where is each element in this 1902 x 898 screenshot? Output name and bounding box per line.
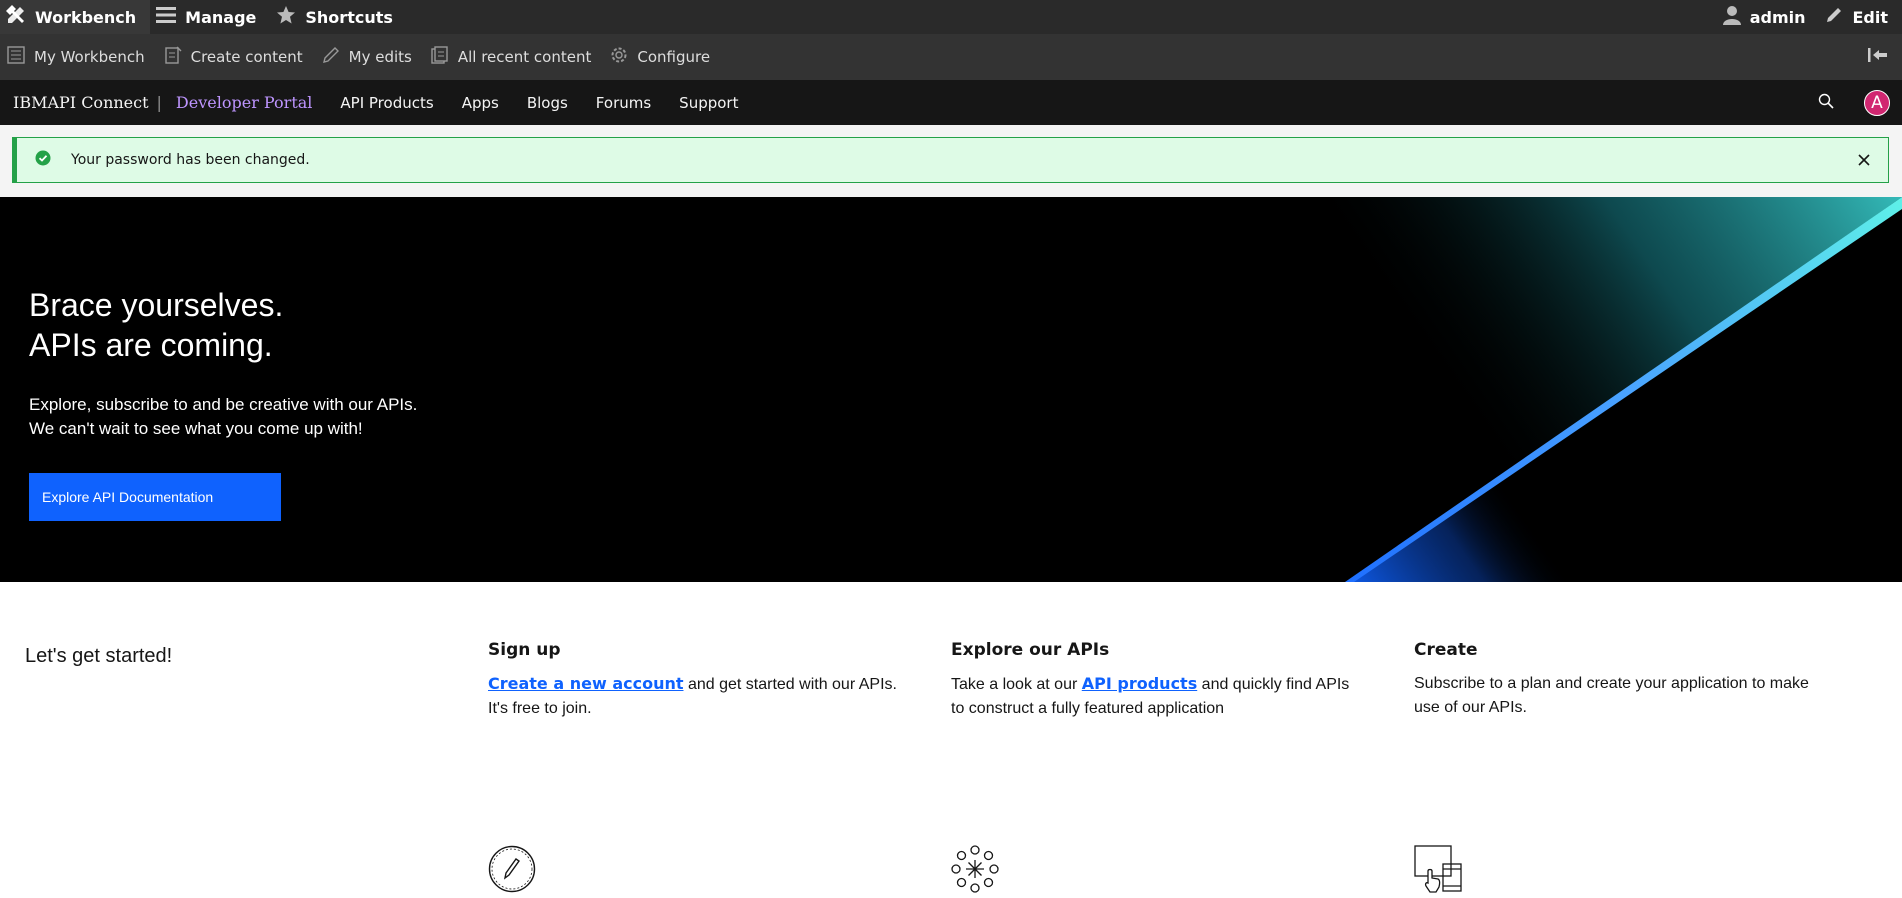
status-message: Your password has been changed.	[12, 137, 1889, 183]
hero-light-beam-graphic	[1240, 197, 1902, 582]
pencil-icon	[1825, 6, 1843, 28]
explore-api-documentation-button[interactable]: Explore API Documentation	[29, 473, 281, 521]
create-content-icon	[164, 46, 182, 68]
check-icon	[35, 150, 51, 170]
hero-title: Brace yourselves. APIs are coming.	[29, 285, 283, 365]
manage-label: Manage	[185, 7, 257, 27]
workbench-icon	[6, 5, 26, 29]
manage-icon	[156, 6, 177, 28]
hero-lead: Explore, subscribe to and be creative wi…	[29, 393, 417, 441]
hero-lead-line-2: We can't wait to see what you come up wi…	[29, 419, 363, 438]
tray-item-label: Configure	[637, 48, 711, 66]
main-menu: API Products Apps Blogs Forums Support	[326, 94, 752, 112]
close-message-button[interactable]	[1858, 150, 1870, 171]
tray-item-label: All recent content	[457, 48, 592, 66]
tray-item-label: My Workbench	[34, 48, 145, 66]
nav-link-apps[interactable]: Apps	[448, 94, 513, 112]
sign-up-column: Sign up Create a new account and get sta…	[488, 640, 898, 893]
create-icon	[1414, 845, 1462, 898]
tray-item-my-workbench[interactable]: My Workbench	[0, 34, 157, 80]
create-column: Create Subscribe to a plan and create yo…	[1414, 640, 1824, 893]
list-icon	[7, 46, 25, 68]
brand-subtitle[interactable]: Developer Portal	[176, 93, 312, 112]
api-products-link[interactable]: API products	[1082, 674, 1197, 693]
star-icon	[276, 5, 296, 29]
search-icon	[1818, 93, 1834, 109]
tray-item-create-content[interactable]: Create content	[157, 34, 315, 80]
get-started-section: Let's get started! Sign up Create a new …	[0, 582, 1902, 893]
explore-apis-title: Explore our APIs	[951, 640, 1110, 660]
nav-link-forums[interactable]: Forums	[582, 94, 665, 112]
explore-apis-column: Explore our APIs Take a look at our API …	[951, 640, 1361, 893]
manage-tab[interactable]: Manage	[150, 0, 270, 34]
edit-label: Edit	[1852, 7, 1888, 27]
recent-content-icon	[431, 46, 449, 68]
hero-title-line-1: Brace yourselves.	[29, 287, 284, 323]
workbench-tray: My Workbench Create content My edits All…	[0, 34, 1902, 80]
explore-apis-text: Take a look at our API products and quic…	[951, 674, 1350, 717]
hero-lead-line-1: Explore, subscribe to and be creative wi…	[29, 395, 418, 414]
tray-item-my-edits[interactable]: My edits	[315, 34, 424, 80]
sign-up-text: Create a new account and get started wit…	[488, 674, 897, 717]
hero-title-line-2: APIs are coming.	[29, 327, 273, 363]
collapse-icon	[1868, 48, 1888, 66]
site-header: IBMAPI Connect | Developer Portal API Pr…	[0, 80, 1902, 125]
shortcuts-label: Shortcuts	[305, 7, 393, 27]
workbench-label: Workbench	[35, 7, 137, 27]
edit-toggle[interactable]: Edit	[1819, 0, 1902, 34]
section-heading: Let's get started!	[25, 645, 173, 667]
hero-banner: Brace yourselves. APIs are coming. Explo…	[0, 197, 1902, 582]
sign-up-title: Sign up	[488, 640, 561, 660]
search-button[interactable]	[1818, 93, 1834, 113]
avatar[interactable]: A	[1864, 89, 1890, 116]
create-title: Create	[1414, 640, 1478, 660]
tray-item-configure[interactable]: Configure	[603, 34, 722, 80]
status-text: Your password has been changed.	[71, 152, 310, 168]
explore-icon	[951, 845, 999, 898]
message-area: Your password has been changed.	[0, 125, 1902, 197]
admin-toolbar: Workbench Manage Shortcuts admin Edit	[0, 0, 1902, 34]
tray-item-label: Create content	[190, 48, 303, 66]
collapse-tray-button[interactable]	[1868, 48, 1902, 66]
sign-up-icon	[488, 845, 536, 898]
tray-item-all-recent-content[interactable]: All recent content	[424, 34, 604, 80]
create-account-link[interactable]: Create a new account	[488, 674, 684, 693]
nav-link-blogs[interactable]: Blogs	[513, 94, 582, 112]
user-label: admin	[1749, 7, 1806, 27]
workbench-tab[interactable]: Workbench	[0, 0, 151, 34]
create-text: Subscribe to a plan and create your appl…	[1414, 675, 1809, 716]
gear-icon	[610, 46, 628, 68]
user-menu[interactable]: admin	[1717, 0, 1820, 34]
nav-link-support[interactable]: Support	[665, 94, 752, 112]
tray-item-label: My edits	[348, 48, 412, 66]
shortcuts-tab[interactable]: Shortcuts	[270, 0, 407, 34]
user-icon	[1722, 5, 1741, 29]
brand-separator: |	[156, 93, 162, 112]
brand-name[interactable]: IBMAPI Connect	[0, 93, 149, 112]
close-icon	[1858, 153, 1870, 166]
nav-link-api-products[interactable]: API Products	[326, 94, 447, 112]
edit-icon	[322, 46, 340, 68]
